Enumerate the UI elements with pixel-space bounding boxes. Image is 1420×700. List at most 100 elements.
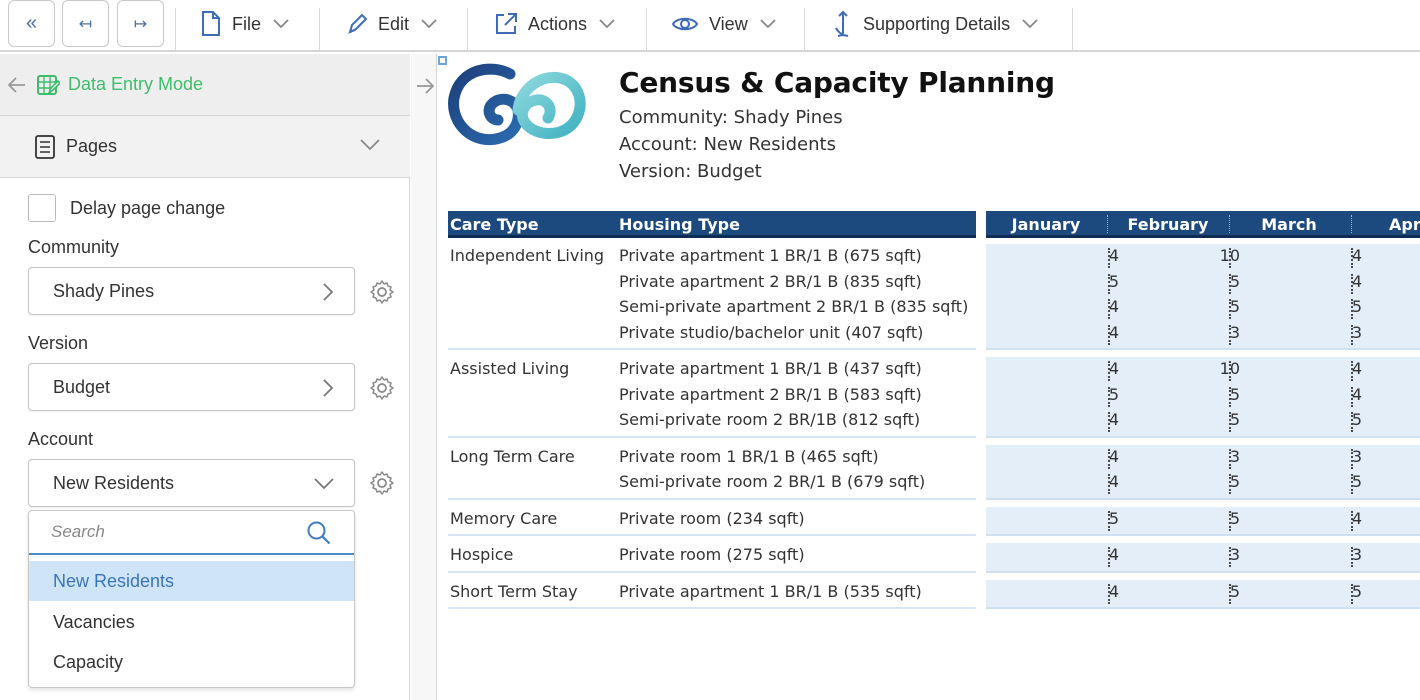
file-menu[interactable]: File xyxy=(200,0,289,48)
cell-divider xyxy=(1229,248,1231,268)
version-value: Budget xyxy=(53,376,111,397)
cell-divider xyxy=(1229,273,1231,294)
cell-divider xyxy=(1351,386,1353,407)
toolbar-divider xyxy=(175,8,176,52)
value-cell-january[interactable]: 4 xyxy=(1079,297,1119,316)
panel-collapse-strip[interactable] xyxy=(411,54,437,700)
value-cell-february[interactable]: 5 xyxy=(1200,297,1240,316)
community-selector[interactable]: Shady Pines xyxy=(28,267,355,315)
cell-divider xyxy=(1108,386,1110,407)
actions-menu[interactable]: Actions xyxy=(494,0,615,48)
value-cell-march[interactable]: 5 xyxy=(1322,582,1362,601)
value-cell-march[interactable]: 5 xyxy=(1322,410,1362,429)
value-cell-january[interactable]: 4 xyxy=(1079,545,1119,564)
value-cell-february[interactable]: 3 xyxy=(1200,323,1240,342)
community-settings-gear-icon[interactable] xyxy=(368,278,396,306)
report-title: Census & Capacity Planning xyxy=(619,66,1055,99)
account-settings-gear-icon[interactable] xyxy=(368,469,396,497)
version-selector[interactable]: Budget xyxy=(28,363,355,411)
file-icon xyxy=(200,11,222,37)
arrow-left-bar-icon: ↤ xyxy=(78,15,93,33)
supporting-details-menu[interactable]: Supporting Details xyxy=(833,0,1038,48)
pages-section-header[interactable]: Pages xyxy=(0,116,410,178)
value-cell-march[interactable]: 4 xyxy=(1322,272,1362,291)
value-cell-february[interactable]: 3 xyxy=(1200,545,1240,564)
value-cell-february[interactable]: 5 xyxy=(1200,272,1240,291)
data-entry-mode-bar[interactable]: Data Entry Mode xyxy=(0,54,410,116)
search-icon[interactable] xyxy=(306,520,332,546)
value-cell-march[interactable]: 4 xyxy=(1322,509,1362,528)
delay-page-change-row[interactable]: Delay page change xyxy=(28,194,225,222)
toolbar-divider xyxy=(804,8,805,52)
value-cell-february[interactable]: 5 xyxy=(1200,509,1240,528)
value-cell-january[interactable]: 4 xyxy=(1079,447,1119,466)
value-cell-february[interactable]: 5 xyxy=(1200,385,1240,404)
supporting-details-menu-label: Supporting Details xyxy=(863,13,1011,34)
value-cell-march[interactable]: 3 xyxy=(1322,545,1362,564)
view-menu[interactable]: View xyxy=(671,0,776,48)
cell-divider xyxy=(1351,583,1353,604)
cell-divider xyxy=(1108,510,1110,531)
care-type-header: Care Type xyxy=(450,215,539,234)
data-entry-mode-label: Data Entry Mode xyxy=(68,74,204,94)
cell-divider xyxy=(1229,299,1231,319)
left-panel: Data Entry Mode Pages Delay page change … xyxy=(0,54,410,700)
value-cell-january[interactable]: 5 xyxy=(1079,272,1119,291)
value-cell-january[interactable]: 4 xyxy=(1079,472,1119,491)
value-cell-january[interactable]: 4 xyxy=(1079,323,1119,342)
version-label: Version xyxy=(28,333,89,353)
cell-divider xyxy=(1108,324,1110,345)
arrow-left-icon[interactable] xyxy=(8,76,26,93)
value-cell-march[interactable]: 3 xyxy=(1322,323,1362,342)
next-page-button[interactable]: ↦ xyxy=(117,0,164,47)
edit-menu[interactable]: Edit xyxy=(346,0,437,48)
value-cell-january[interactable]: 5 xyxy=(1079,509,1119,528)
value-cell-february[interactable]: 5 xyxy=(1200,410,1240,429)
first-page-button[interactable]: « xyxy=(8,0,55,47)
dropdown-search-field[interactable]: Search xyxy=(29,511,354,555)
toolbar-divider xyxy=(467,8,468,52)
value-cell-march[interactable]: 4 xyxy=(1322,359,1362,378)
selection-handle[interactable] xyxy=(438,56,447,65)
version-settings-gear-icon[interactable] xyxy=(368,374,396,402)
account-selector[interactable]: New Residents xyxy=(28,459,355,507)
value-cell-march[interactable]: 5 xyxy=(1322,472,1362,491)
housing-type-cell: Private studio/bachelor unit (407 sqft) xyxy=(619,322,924,342)
group-divider xyxy=(448,570,976,573)
cell-divider xyxy=(1351,248,1353,268)
group-divider xyxy=(448,497,976,500)
care-type-cell: Memory Care xyxy=(450,508,558,528)
value-cell-march[interactable]: 3 xyxy=(1322,447,1362,466)
dropdown-option-vacancies[interactable]: Vacancies xyxy=(29,602,354,642)
value-cell-february[interactable]: 5 xyxy=(1200,582,1240,601)
cell-divider xyxy=(1351,474,1353,494)
community-value: Shady Pines xyxy=(53,280,155,301)
dropdown-option-new-residents[interactable]: New Residents xyxy=(29,561,354,601)
housing-type-cell: Private room 1 BR/1 B (465 sqft) xyxy=(619,446,879,466)
value-cell-january[interactable]: 4 xyxy=(1079,359,1119,378)
cell-divider xyxy=(1108,273,1110,294)
value-cell-january[interactable]: 4 xyxy=(1079,246,1119,265)
value-cell-february[interactable]: 10 xyxy=(1200,359,1240,378)
value-cell-january[interactable]: 4 xyxy=(1079,410,1119,429)
value-cell-february[interactable]: 3 xyxy=(1200,447,1240,466)
value-cell-january[interactable]: 4 xyxy=(1079,582,1119,601)
arrow-right-bar-icon: ↦ xyxy=(133,15,148,33)
value-cell-march[interactable]: 4 xyxy=(1322,246,1362,265)
value-cell-march[interactable]: 4 xyxy=(1322,385,1362,404)
value-cell-february[interactable]: 5 xyxy=(1200,472,1240,491)
value-cell-february[interactable]: 10 xyxy=(1200,246,1240,265)
previous-page-button[interactable]: ↤ xyxy=(62,0,109,47)
edit-menu-label: Edit xyxy=(378,13,410,34)
toolbar-divider xyxy=(1072,8,1073,52)
month-header-january: January xyxy=(1011,215,1081,234)
value-cell-january[interactable]: 5 xyxy=(1079,385,1119,404)
housing-type-cell: Semi-private room 2 BR/1 B (679 sqft) xyxy=(619,472,926,491)
chevron-down-icon xyxy=(599,19,615,29)
delay-page-change-checkbox[interactable] xyxy=(28,194,56,222)
arrow-right-icon[interactable] xyxy=(416,78,434,94)
dropdown-option-capacity[interactable]: Capacity xyxy=(29,642,354,682)
housing-type-header: Housing Type xyxy=(619,215,740,234)
cell-divider xyxy=(1108,412,1110,432)
value-cell-march[interactable]: 5 xyxy=(1322,297,1362,316)
